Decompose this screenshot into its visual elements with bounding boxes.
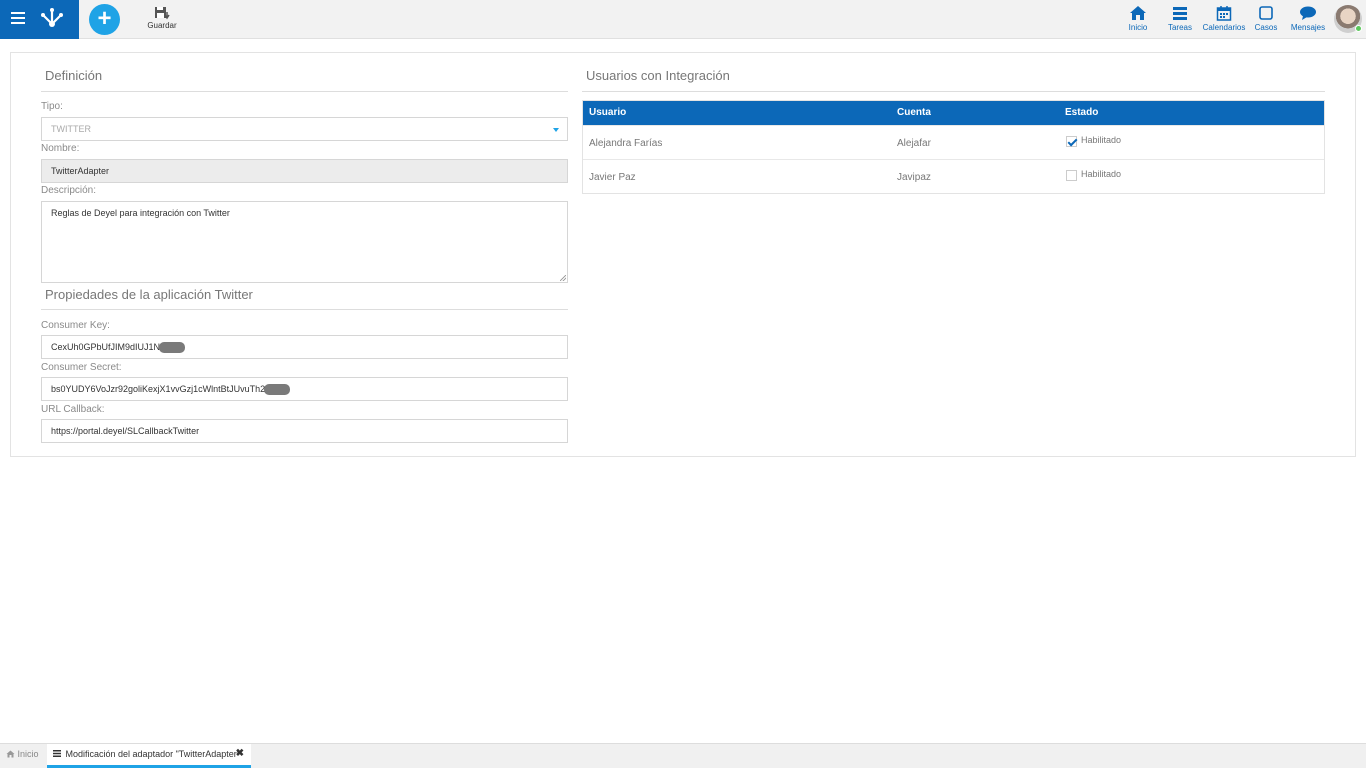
estado-label: Habilitado	[1081, 135, 1122, 145]
nav-inicio-label: Inicio	[1128, 23, 1148, 32]
tipo-value: TWITTER	[51, 124, 91, 134]
resize-handle-icon[interactable]	[560, 275, 566, 281]
nombre-field[interactable]: TwitterAdapter	[41, 159, 568, 183]
consumer-key-label: Consumer Key:	[41, 320, 110, 331]
descripcion-textarea[interactable]: Reglas de Deyel para integración con Twi…	[41, 201, 568, 283]
users-title: Usuarios con Integración	[586, 68, 730, 83]
nav-casos-label: Casos	[1254, 23, 1278, 32]
url-callback-label: URL Callback:	[41, 404, 105, 415]
cell-usuario: Alejandra Farías	[589, 138, 663, 149]
estado-checkbox[interactable]	[1066, 136, 1077, 147]
nav-casos[interactable]: Casos	[1253, 5, 1279, 35]
add-button[interactable]: +	[89, 4, 120, 35]
column-header-estado[interactable]: Estado	[1065, 107, 1098, 118]
save-button[interactable]: Guardar	[144, 6, 180, 34]
bottom-tab-bar: Inicio Modificación del adaptador "Twitt…	[0, 743, 1366, 768]
consumer-key-value: CexUh0GPbUfJIM9dIUJ1N	[51, 342, 161, 352]
nav-inicio[interactable]: Inicio	[1124, 5, 1152, 35]
home-icon	[6, 750, 15, 758]
redaction-mark	[159, 342, 186, 354]
tasks-icon	[1173, 7, 1187, 20]
descripcion-value: Reglas de Deyel para integración con Twi…	[51, 208, 230, 218]
users-divider	[582, 91, 1325, 92]
column-header-usuario[interactable]: Usuario	[589, 107, 626, 118]
deyel-logo-icon[interactable]	[38, 6, 66, 32]
nav-calendarios-label: Calendarios	[1202, 23, 1246, 32]
definition-divider	[41, 91, 568, 92]
menu-icon[interactable]	[11, 12, 25, 24]
consumer-secret-label: Consumer Secret:	[41, 362, 122, 373]
list-icon	[53, 750, 61, 757]
home-icon	[1130, 6, 1146, 20]
chevron-down-icon	[553, 128, 559, 132]
url-callback-field[interactable]: https://portal.deyel/SLCallbackTwitter	[41, 419, 568, 443]
save-icon	[155, 7, 170, 20]
online-status-dot	[1355, 25, 1362, 32]
nav-mensajes-label: Mensajes	[1290, 23, 1326, 32]
properties-divider	[41, 309, 568, 310]
table-row[interactable]: Alejandra Farías Alejafar Habilitado	[583, 125, 1324, 159]
tipo-select[interactable]: TWITTER	[41, 117, 568, 141]
redaction-mark	[264, 384, 291, 396]
nav-tareas[interactable]: Tareas	[1166, 5, 1194, 35]
cases-icon	[1259, 6, 1273, 20]
save-label: Guardar	[147, 21, 177, 30]
url-callback-value: https://portal.deyel/SLCallbackTwitter	[51, 426, 200, 436]
tab-inicio-label: Inicio	[17, 749, 39, 759]
tipo-label: Tipo:	[41, 101, 63, 112]
properties-title: Propiedades de la aplicación Twitter	[45, 287, 253, 302]
cell-cuenta: Javipaz	[897, 172, 931, 183]
nav-tareas-label: Tareas	[1167, 23, 1192, 32]
nombre-value: TwitterAdapter	[51, 166, 110, 176]
table-row[interactable]: Javier Paz Javipaz Habilitado	[583, 159, 1324, 193]
cell-cuenta: Alejafar	[897, 138, 931, 149]
descripcion-label: Descripción:	[41, 185, 97, 196]
estado-checkbox[interactable]	[1066, 170, 1077, 181]
estado-label: Habilitado	[1081, 169, 1122, 179]
brand-area	[0, 0, 79, 39]
close-icon[interactable]: ✖	[236, 744, 244, 764]
definition-title: Definición	[45, 68, 103, 83]
users-table: Usuario Cuenta Estado Alejandra Farías A…	[582, 100, 1325, 194]
tab-modificacion-adaptador[interactable]: Modificación del adaptador "TwitterAdapt…	[47, 744, 251, 768]
cell-usuario: Javier Paz	[589, 172, 636, 183]
top-bar: + Guardar Inicio Tareas Calendarios Caso…	[0, 0, 1366, 39]
consumer-secret-value: bs0YUDY6VoJzr92goliKexjX1vvGzj1cWlntBtJU…	[51, 384, 266, 394]
consumer-secret-field[interactable]: bs0YUDY6VoJzr92goliKexjX1vvGzj1cWlntBtJU…	[41, 377, 568, 401]
column-header-cuenta[interactable]: Cuenta	[897, 107, 931, 118]
tab-modificacion-label: Modificación del adaptador "TwitterAdapt…	[65, 749, 241, 759]
consumer-key-field[interactable]: CexUh0GPbUfJIM9dIUJ1N	[41, 335, 568, 359]
nav-calendarios[interactable]: Calendarios	[1202, 5, 1246, 35]
nombre-label: Nombre:	[41, 143, 80, 154]
nav-mensajes[interactable]: Mensajes	[1290, 5, 1326, 35]
table-header: Usuario Cuenta Estado	[583, 101, 1324, 125]
calendar-icon	[1216, 6, 1232, 21]
messages-icon	[1300, 6, 1316, 20]
tab-inicio[interactable]: Inicio	[6, 744, 39, 768]
